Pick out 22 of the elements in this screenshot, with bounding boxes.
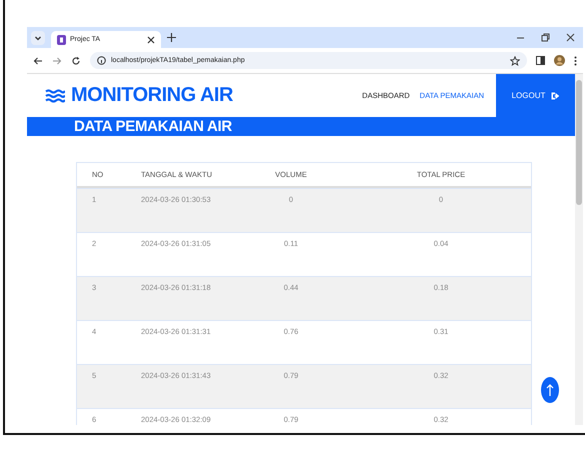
waves-icon <box>45 88 65 102</box>
forward-icon[interactable] <box>52 56 62 66</box>
star-icon[interactable] <box>510 56 520 66</box>
site-title: MONITORING AIR <box>71 84 233 107</box>
scrollbar-thumb[interactable] <box>576 80 582 205</box>
logout-icon <box>551 92 560 100</box>
tab-list-icon[interactable] <box>31 30 45 44</box>
back-icon[interactable] <box>33 56 43 66</box>
avatar-icon[interactable] <box>554 55 565 66</box>
restore-icon[interactable] <box>541 33 550 42</box>
favicon-icon <box>57 34 66 44</box>
info-icon[interactable] <box>97 56 106 65</box>
scroll-to-top-button[interactable] <box>541 377 559 403</box>
scrollbar[interactable] <box>575 74 583 425</box>
sidebar-icon[interactable] <box>536 56 545 65</box>
reload-icon[interactable] <box>71 56 81 66</box>
close-icon[interactable] <box>147 36 155 44</box>
more-icon[interactable] <box>574 56 577 66</box>
plus-icon[interactable] <box>167 33 176 42</box>
logout-button[interactable]: LOGOUT <box>496 74 575 117</box>
page-heading: DATA PEMAKAIAN AIR <box>74 118 232 135</box>
close-icon[interactable] <box>566 33 575 42</box>
